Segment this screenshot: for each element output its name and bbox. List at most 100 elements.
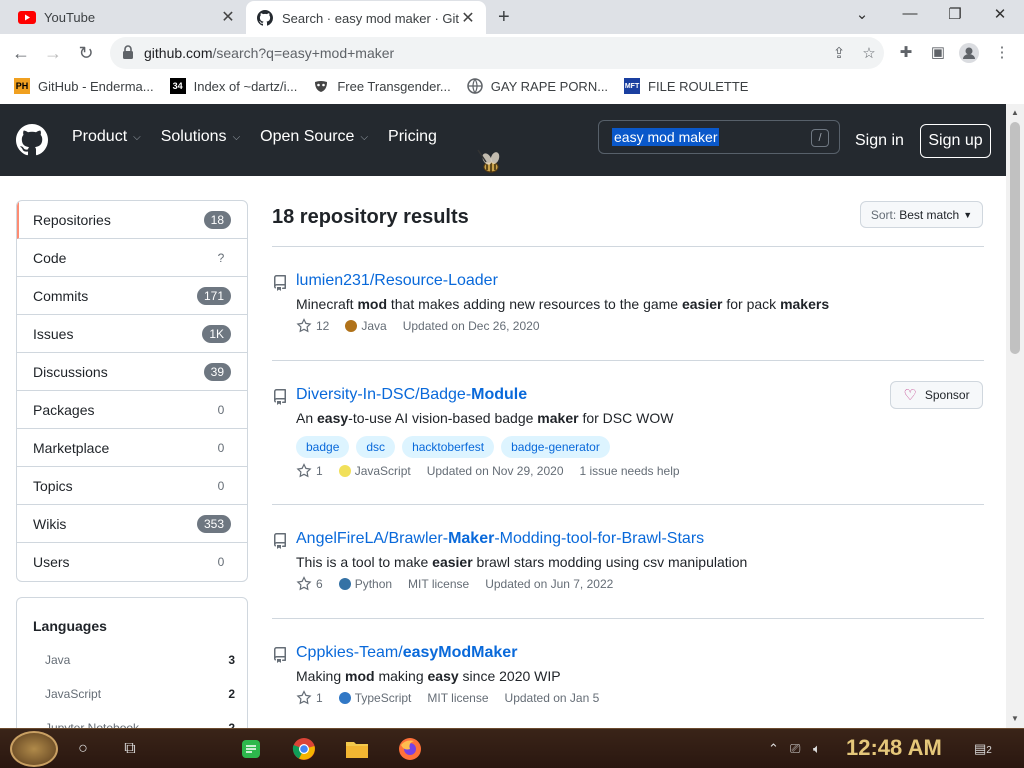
- sidebar-item-marketplace[interactable]: Marketplace 0: [17, 429, 247, 467]
- sign-up-button[interactable]: Sign up: [920, 124, 991, 158]
- sidebar-item-discussions[interactable]: Discussions 39: [17, 353, 247, 391]
- tab-title: YouTube: [44, 9, 96, 25]
- sidebar-item-label: Packages: [33, 401, 95, 418]
- page-scrollbar[interactable]: ▲ ▼: [1006, 104, 1024, 728]
- topic-tag[interactable]: dsc: [356, 436, 396, 458]
- close-window-button[interactable]: ✕: [988, 5, 1012, 23]
- notification-center-icon[interactable]: ▤2: [974, 741, 992, 757]
- sidebar-item-issues[interactable]: Issues 1K: [17, 315, 247, 353]
- share-icon[interactable]: ⇪: [824, 44, 854, 62]
- scrollbar-thumb[interactable]: [1010, 122, 1020, 354]
- task-view-icon[interactable]: ⧉: [118, 737, 142, 761]
- taskbar: ○ ⧉ ⌃ ⎚ 🔈︎ 12:48 AM ▤2: [0, 728, 1024, 768]
- sort-prefix: Sort:: [870, 207, 897, 222]
- topic-tag[interactable]: badge: [296, 436, 350, 458]
- chevron-down-icon: ⌵: [232, 131, 241, 143]
- show-hidden-icons[interactable]: ⌃: [768, 741, 779, 757]
- tab-github-search[interactable]: Search · easy mod maker · GitHub ✕: [246, 1, 486, 35]
- bookmark-item[interactable]: MFT FILE ROULETTE: [624, 78, 748, 94]
- file-explorer-icon[interactable]: [341, 733, 373, 765]
- notes-app-icon[interactable]: [235, 733, 267, 765]
- repo-meta-item[interactable]: 1 issue needs help: [580, 464, 680, 478]
- taskbar-clock[interactable]: 12:48 AM: [846, 735, 942, 761]
- bookmark-label: GAY RAPE PORN...: [490, 78, 609, 94]
- repo-description: Minecraft mod that makes adding new reso…: [296, 296, 830, 312]
- language-color-dot: [345, 320, 358, 332]
- sidebar-item-commits[interactable]: Commits 171: [17, 277, 247, 315]
- nav-product[interactable]: Product ⌵: [72, 128, 141, 146]
- heart-icon: ♡: [903, 387, 917, 404]
- bookmark-item[interactable]: Free Transgender...: [313, 78, 451, 94]
- sidebar-item-topics[interactable]: Topics 0: [17, 467, 247, 505]
- repo-name-link[interactable]: AngelFireLA/Brawler-Maker-Modding-tool-f…: [296, 530, 704, 548]
- search-input[interactable]: easy mod maker /: [598, 120, 840, 154]
- tab-youtube[interactable]: YouTube ✕: [8, 0, 246, 34]
- nav-solutions[interactable]: Solutions ⌵: [161, 128, 240, 146]
- languages-heading: Languages: [33, 618, 107, 634]
- search-shortcut-hint: /: [811, 129, 829, 147]
- sidebar-item-label: Marketplace: [33, 439, 110, 456]
- stars-link[interactable]: 12: [296, 318, 329, 334]
- stars-link[interactable]: 6: [296, 576, 323, 592]
- sidebar-item-count: 0: [217, 555, 225, 569]
- bookmark-label: GitHub - Enderma...: [38, 78, 154, 94]
- stars-link[interactable]: 1: [296, 463, 323, 479]
- close-tab-icon[interactable]: ✕: [460, 8, 476, 28]
- repo-meta: 1 JavaScript Updated on Nov 29, 2020 1 issu…: [296, 463, 696, 479]
- stars-link[interactable]: 1: [296, 690, 323, 706]
- back-button[interactable]: ←: [10, 42, 32, 64]
- language-item[interactable]: Java 3: [45, 653, 235, 667]
- github-logo-icon[interactable]: [16, 124, 48, 156]
- side-panel-icon[interactable]: ▣: [928, 43, 948, 63]
- forward-button[interactable]: →: [42, 42, 64, 64]
- reload-button[interactable]: ↻: [75, 42, 97, 64]
- close-tab-icon[interactable]: ✕: [220, 7, 236, 27]
- scroll-up-icon[interactable]: ▲: [1011, 108, 1019, 117]
- network-icon[interactable]: ⎚: [790, 741, 800, 757]
- nav-open-source[interactable]: Open Source ⌵: [260, 128, 368, 146]
- sidebar-item-repositories[interactable]: Repositories 18: [17, 201, 247, 239]
- repo-name-link[interactable]: Cppkies-Team/easyModMaker: [296, 644, 517, 662]
- sidebar-item-packages[interactable]: Packages 0: [17, 391, 247, 429]
- search-circle-icon[interactable]: ○: [71, 737, 95, 761]
- scroll-down-icon[interactable]: ▼: [1011, 714, 1019, 723]
- start-button[interactable]: [10, 731, 58, 767]
- language-item[interactable]: JavaScript 2: [45, 687, 235, 701]
- new-tab-button[interactable]: +: [498, 6, 510, 29]
- extensions-icon[interactable]: ✚: [896, 43, 916, 63]
- sidebar-item-count: 39: [203, 362, 231, 381]
- sidebar-item-wikis[interactable]: Wikis 353: [17, 505, 247, 543]
- bookmark-star-icon[interactable]: ☆: [854, 44, 884, 62]
- chrome-icon[interactable]: [288, 733, 320, 765]
- volume-muted-icon[interactable]: 🔈︎: [813, 741, 821, 757]
- repo-language: Python: [338, 577, 392, 591]
- sidebar-item-code[interactable]: Code?: [17, 239, 247, 277]
- ph-icon: PH: [14, 78, 30, 94]
- minimize-button[interactable]: —: [898, 5, 922, 22]
- sign-in-link[interactable]: Sign in: [855, 132, 904, 150]
- address-bar[interactable]: github.com/search?q=easy+mod+maker ⇪ ☆: [110, 37, 884, 69]
- topic-tag[interactable]: badge-generator: [501, 436, 610, 458]
- sidebar-item-count: 1K: [202, 324, 231, 343]
- youtube-icon: [18, 8, 36, 26]
- tab-search-icon[interactable]: ⌄: [850, 5, 874, 23]
- repo-meta-item: MIT license: [427, 691, 489, 705]
- maximize-button[interactable]: ❐: [943, 5, 967, 23]
- nav-label: Product: [72, 128, 128, 145]
- bookmark-item[interactable]: PH GitHub - Enderma...: [14, 78, 154, 94]
- profile-avatar-icon[interactable]: [959, 43, 979, 63]
- sort-dropdown[interactable]: Sort: Best match ▼: [860, 201, 983, 228]
- repo-description: An easy-to-use AI vision-based badge mak…: [296, 410, 674, 426]
- repo-name-link[interactable]: Diversity-In-DSC/Badge-Module: [296, 386, 527, 404]
- sidebar-item-users[interactable]: Users 0: [17, 543, 247, 581]
- menu-kebab-icon[interactable]: ⋮: [992, 43, 1012, 63]
- bookmark-item[interactable]: 34 Index of ~dartz/i...: [169, 78, 297, 94]
- bookmark-item[interactable]: GAY RAPE PORN...: [467, 78, 608, 94]
- sponsor-button[interactable]: ♡ Sponsor: [890, 381, 983, 409]
- browser-toolbar: ← → ↻ github.com/search?q=easy+mod+maker…: [0, 34, 1024, 72]
- firefox-icon[interactable]: [394, 733, 426, 765]
- topic-tag[interactable]: hacktoberfest: [402, 436, 495, 458]
- repo-name-link[interactable]: lumien231/Resource-Loader: [296, 272, 498, 290]
- bookmark-label: Free Transgender...: [337, 78, 451, 94]
- nav-pricing[interactable]: Pricing: [388, 128, 437, 146]
